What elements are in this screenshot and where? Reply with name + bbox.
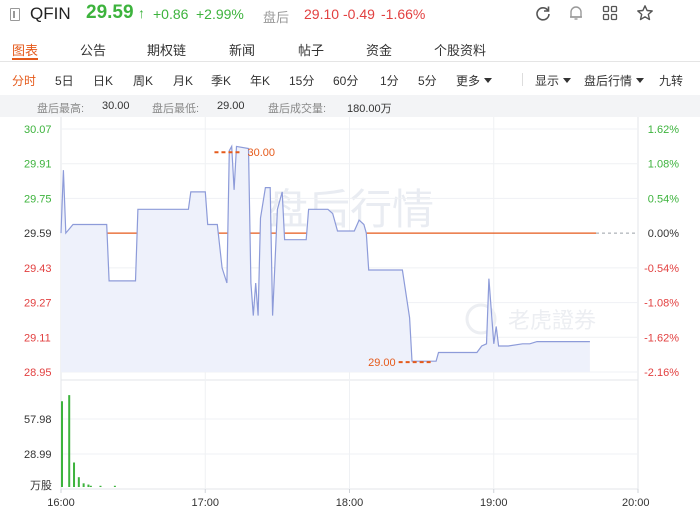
- period-bar-divider: [522, 73, 523, 86]
- after-hours-quote-label: 盘后行情: [584, 74, 633, 88]
- period-bar: 分时 5日 日K 周K 月K 季K 年K 15分 60分 1分 5分 更多 显示…: [0, 67, 700, 93]
- ah-low-label: 盘后最低:: [152, 103, 200, 115]
- refresh-icon[interactable]: [534, 4, 552, 22]
- last-price: 29.59: [86, 2, 134, 23]
- volume-bars: [61, 395, 116, 487]
- pct-tick-label: -0.54%: [644, 263, 679, 275]
- period-daily[interactable]: 日K: [93, 72, 113, 89]
- bell-icon[interactable]: [567, 4, 585, 22]
- tab-capital[interactable]: 资金: [366, 40, 392, 59]
- price-tick-label: 29.59: [24, 228, 52, 240]
- time-tick-label: 20:00: [622, 497, 650, 509]
- pct-tick-label: -2.16%: [644, 367, 679, 379]
- period-quarterly[interactable]: 季K: [211, 72, 231, 89]
- after-hours-label: 盘后: [263, 10, 290, 25]
- period-intraday[interactable]: 分时: [12, 72, 36, 89]
- pct-tick-label: 1.08%: [648, 159, 679, 171]
- up-arrow-icon: ↑: [138, 5, 145, 21]
- pct-tick-label: -1.08%: [644, 298, 679, 310]
- price-tick-label: 29.75: [24, 193, 52, 205]
- active-tab-underline: [12, 58, 38, 60]
- chevron-down-icon: [636, 78, 645, 84]
- quote-header: QFIN 29.59 ↑ +0.86 +2.99% 盘后 29.10 -0.49…: [0, 0, 700, 30]
- tab-posts[interactable]: 帖子: [298, 40, 324, 59]
- after-hours-change: -0.49: [343, 6, 375, 22]
- volume-bar: [99, 485, 102, 487]
- tab-news[interactable]: 新闻: [229, 40, 255, 59]
- max-marker-label: 30.00: [247, 147, 275, 159]
- volume-tick-label: 57.98: [24, 414, 52, 426]
- chevron-down-icon: [484, 78, 493, 84]
- volume-bar: [77, 477, 80, 487]
- after-hours-price: 29.10: [304, 6, 340, 22]
- pct-tick-label: 0.00%: [648, 228, 679, 240]
- price-tick-label: 29.11: [24, 332, 51, 344]
- ah-high-label: 盘后最高:: [37, 103, 85, 115]
- period-15min[interactable]: 15分: [289, 72, 314, 89]
- price-area: [61, 146, 590, 372]
- time-tick-label: 16:00: [47, 497, 75, 509]
- pct-tick-label: 0.54%: [648, 193, 679, 205]
- volume-bar: [61, 401, 63, 487]
- volume-bar: [87, 484, 90, 487]
- volume-tick-label: 28.99: [24, 449, 52, 461]
- price-change-pct: +2.99%: [196, 6, 244, 22]
- period-1min[interactable]: 1分: [380, 72, 399, 89]
- time-tick-label: 17:00: [191, 497, 219, 509]
- ah-high-value: 30.00: [102, 100, 130, 112]
- ah-volume-label: 盘后成交量:: [268, 103, 327, 115]
- time-tick-label: 19:00: [480, 497, 508, 509]
- volume-unit-label: 万股: [30, 479, 52, 492]
- brand-watermark: 老虎證券: [465, 303, 596, 335]
- period-5day[interactable]: 5日: [55, 72, 74, 89]
- tab-company-profile[interactable]: 个股资料: [434, 40, 486, 59]
- ah-volume-value: 180.00万: [347, 103, 392, 115]
- chart-canvas: 盘后行情 老虎證券 30.07 1.62%29.91 1.08%29.75 0.54%…: [24, 117, 679, 509]
- main-tabs: 图表 公告 期权链 新闻 帖子 资金 个股资料: [0, 36, 700, 62]
- period-monthly[interactable]: 月K: [173, 72, 193, 89]
- time-tick-label: 18:00: [336, 497, 364, 509]
- tab-options-chain[interactable]: 期权链: [147, 40, 186, 59]
- price-tick-label: 30.07: [24, 124, 52, 136]
- grid-icon[interactable]: [601, 4, 619, 22]
- volume-bar: [68, 395, 71, 487]
- after-hours-quote-dropdown[interactable]: 盘后行情: [584, 72, 645, 89]
- after-hours-stats-bar: 盘后最高: 30.00 盘后最低: 29.00 盘后成交量: 180.00万: [0, 95, 700, 117]
- price-tick-label: 29.27: [24, 298, 52, 310]
- intraday-chart[interactable]: 盘后行情 老虎證券 30.07 1.62% 29.91 1.08% 29.75 0.54%…: [0, 117, 700, 518]
- tab-announcements[interactable]: 公告: [80, 40, 106, 59]
- period-yearly[interactable]: 年K: [250, 72, 270, 89]
- ah-low-value: 29.00: [217, 100, 245, 112]
- price-tick-label: 29.91: [24, 159, 52, 171]
- volume-bar: [82, 483, 85, 487]
- period-weekly[interactable]: 周K: [133, 72, 153, 89]
- chevron-down-icon: [563, 78, 572, 84]
- brand-watermark-text: 老虎證券: [508, 308, 596, 333]
- tabs-divider: [0, 61, 700, 62]
- pct-tick-label: 1.62%: [648, 124, 679, 136]
- period-60min[interactable]: 60分: [333, 72, 358, 89]
- period-more[interactable]: 更多: [456, 72, 493, 89]
- display-label: 显示: [535, 74, 560, 88]
- ticker-symbol: QFIN: [30, 4, 71, 23]
- star-icon[interactable]: [636, 4, 654, 22]
- price-tick-label: 29.43: [24, 263, 52, 275]
- pct-tick-label: -1.62%: [644, 332, 679, 344]
- volume-bar: [73, 462, 76, 487]
- volume-bar: [89, 485, 92, 487]
- after-hours-change-pct: -1.66%: [381, 6, 426, 22]
- nine-turn-toggle[interactable]: 九转: [659, 72, 683, 89]
- price-tick-label: 28.95: [24, 367, 52, 379]
- volume-bar: [113, 485, 116, 487]
- min-marker-label: 29.00: [368, 357, 396, 369]
- display-dropdown[interactable]: 显示: [535, 72, 572, 89]
- flag-icon: [10, 8, 20, 21]
- more-label: 更多: [456, 74, 481, 88]
- period-5min[interactable]: 5分: [418, 72, 437, 89]
- tab-chart[interactable]: 图表: [12, 40, 38, 59]
- price-change: +0.86: [153, 6, 189, 22]
